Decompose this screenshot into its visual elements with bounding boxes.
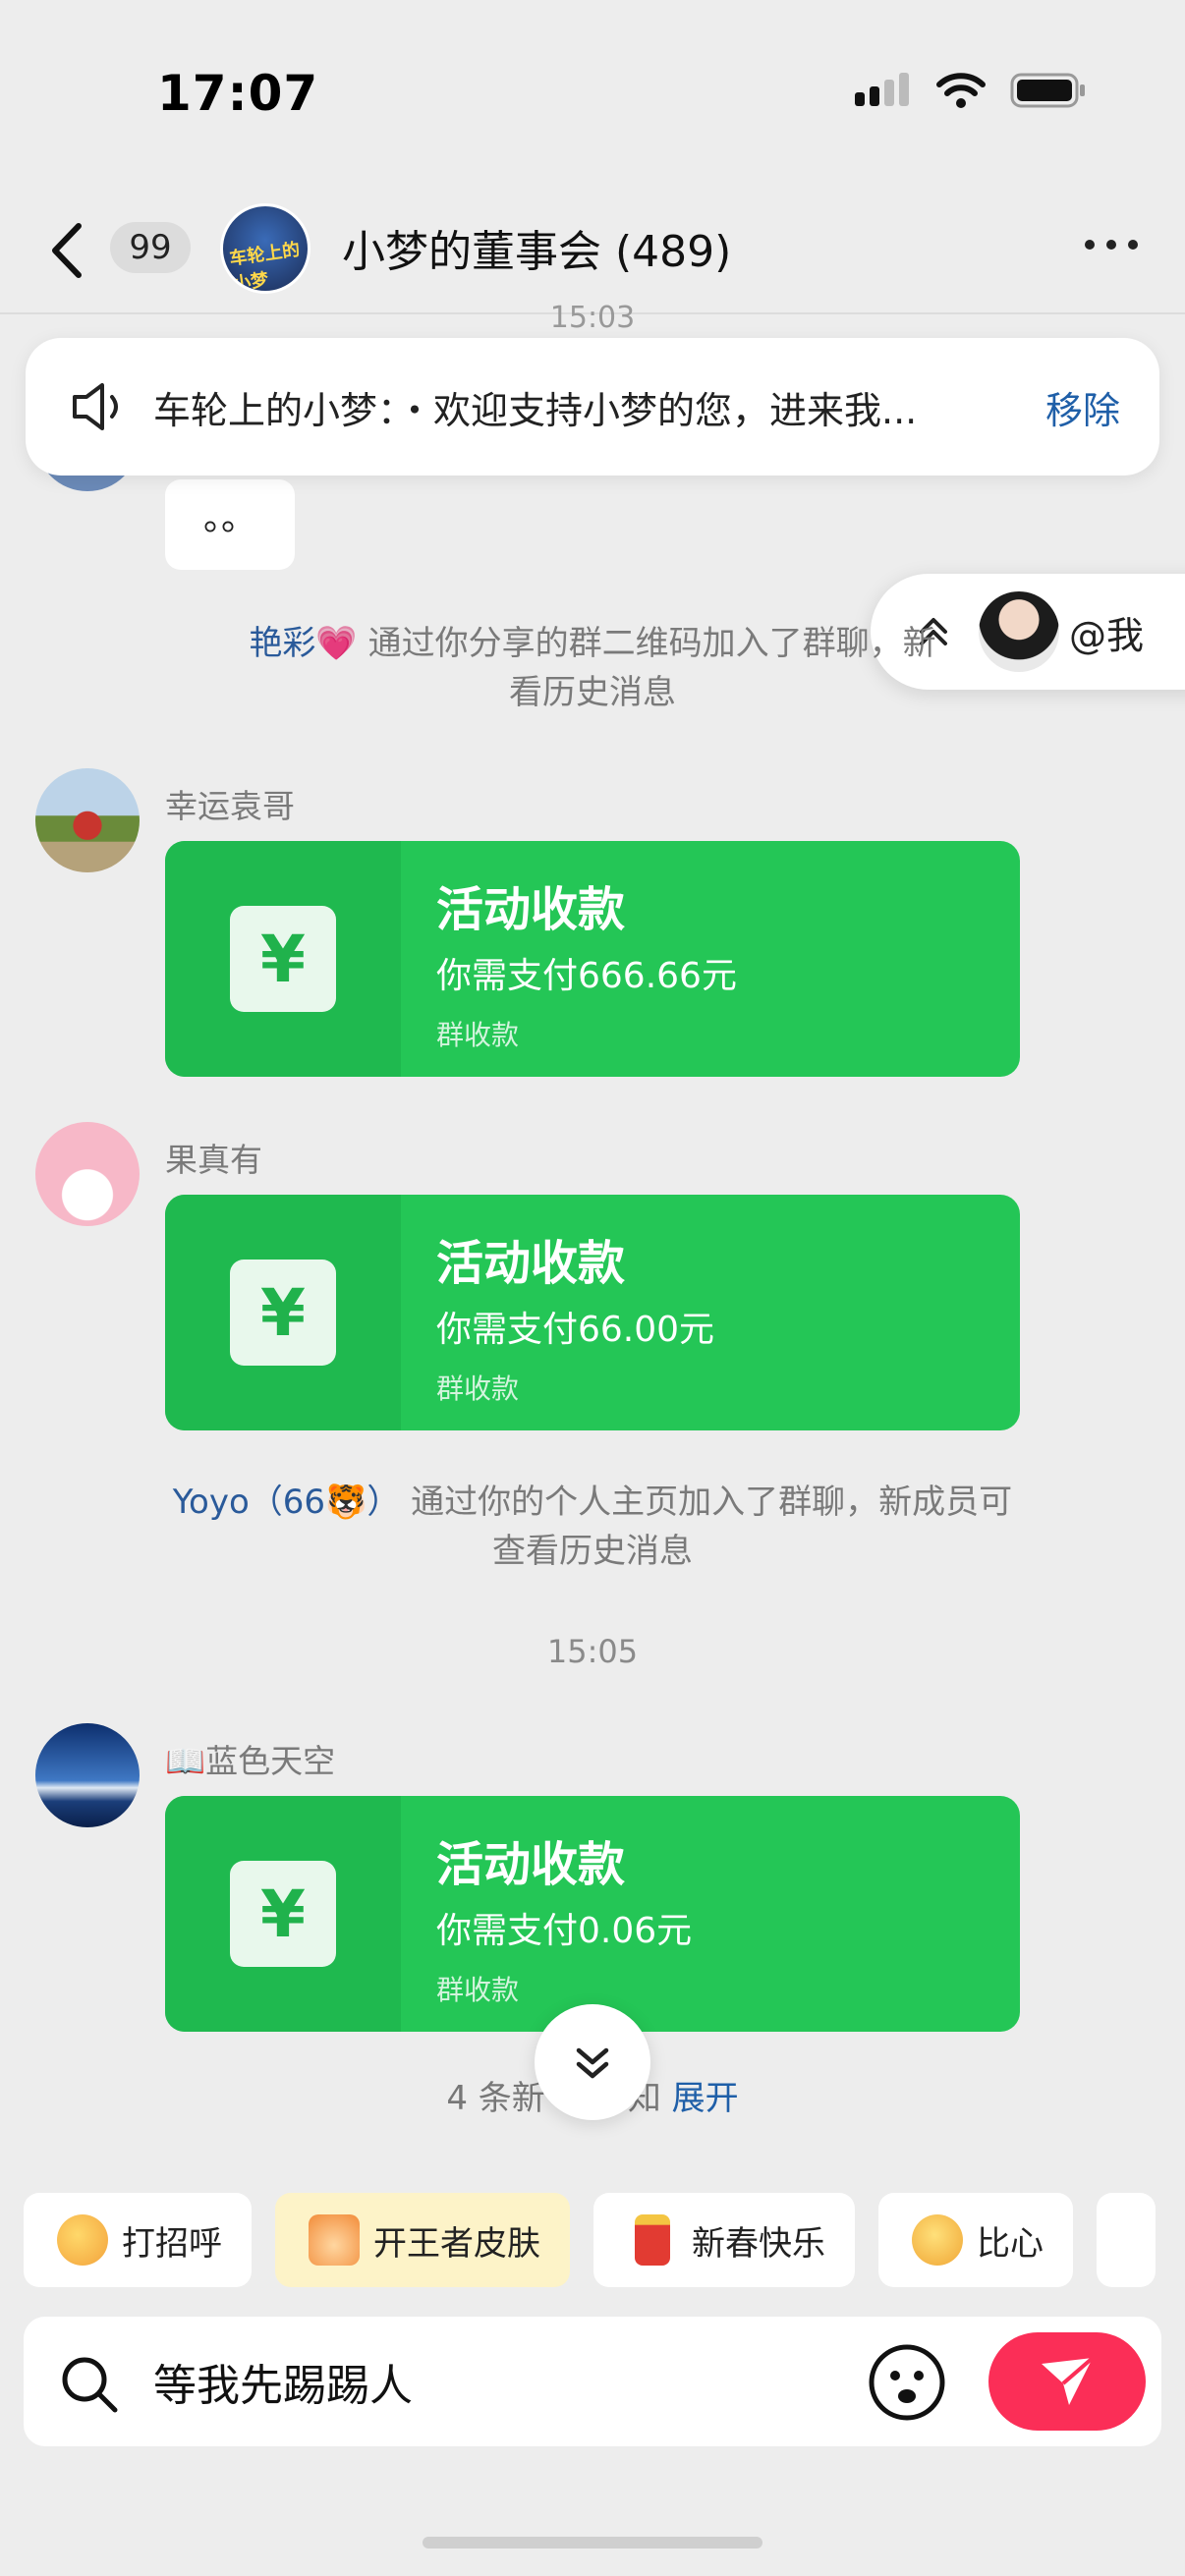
message-bubble[interactable]: 。。 xyxy=(165,479,295,570)
remove-announcement-button[interactable]: 移除 xyxy=(1045,380,1120,434)
status-icons xyxy=(853,71,1087,110)
unread-badge: 99 xyxy=(110,222,191,273)
payment-amount: 你需支付66.00元 xyxy=(436,1310,715,1350)
system-message-line: Yoyo（66🐯） 通过你的个人主页加入了群聊，新成员可 xyxy=(138,1478,1047,1527)
message-input[interactable]: 等我先踢踢人 xyxy=(153,2350,413,2413)
timestamp: 15:05 xyxy=(546,1633,639,1670)
scroll-to-bottom-button[interactable] xyxy=(535,2004,650,2120)
quick-chip-label: 新春快乐 xyxy=(692,2223,825,2264)
quick-chip-label: 比心 xyxy=(977,2223,1044,2264)
yuan-icon: ¥ xyxy=(230,906,336,1012)
search-icon xyxy=(62,2357,118,2413)
avatar[interactable] xyxy=(35,768,140,872)
yuan-icon: ¥ xyxy=(230,1861,336,1967)
sender-name: 📖蓝色天空 xyxy=(165,1742,336,1780)
quick-chip-label: 打招呼 xyxy=(122,2223,222,2264)
battery-icon xyxy=(1010,73,1085,108)
emoji-icon[interactable] xyxy=(867,2342,947,2423)
payment-card[interactable]: ¥ 活动收款 你需支付666.66元 群收款 xyxy=(165,841,1020,1077)
payment-title: 活动收款 xyxy=(436,1236,626,1291)
expand-link[interactable]: 展开 xyxy=(672,2079,739,2118)
group-avatar[interactable]: 车轮上的小梦 xyxy=(220,203,310,294)
firecracker-icon xyxy=(635,2214,670,2266)
more-dot-icon xyxy=(1106,240,1116,250)
home-indicator xyxy=(423,2537,762,2548)
payment-subtitle: 群收款 xyxy=(436,1019,520,1051)
payment-card[interactable]: ¥ 活动收款 你需支付0.06元 群收款 xyxy=(165,1796,1020,2032)
system-message: 艳彩💗 通过你分享的群二维码加入了群聊，新 看历史消息 xyxy=(138,619,1047,717)
system-message-text: 查看历史消息 xyxy=(492,1532,693,1571)
system-message-line: 艳彩💗 通过你分享的群二维码加入了群聊，新 xyxy=(138,619,1047,668)
more-dot-icon xyxy=(1128,240,1138,250)
avatar[interactable] xyxy=(35,1723,140,1827)
speaker-icon xyxy=(73,383,118,430)
chevron-left-icon xyxy=(52,223,82,278)
wave-emoji-icon xyxy=(57,2214,108,2266)
quick-chip[interactable]: 开王者皮肤 xyxy=(275,2193,570,2287)
quick-chip[interactable]: 新春快乐 xyxy=(593,2193,855,2287)
new-notice-text: 4 条新 xyxy=(446,2079,545,2118)
payment-amount: 你需支付0.06元 xyxy=(436,1911,693,1951)
system-message: Yoyo（66🐯） 通过你的个人主页加入了群聊，新成员可 查看历史消息 xyxy=(138,1478,1047,1576)
at-me-label: @我 xyxy=(1069,613,1145,657)
quick-chip-label: 开王者皮肤 xyxy=(373,2223,540,2264)
payment-title: 活动收款 xyxy=(436,1837,626,1892)
payment-subtitle: 群收款 xyxy=(436,1372,520,1405)
system-message-text: 通过你分享的群二维码加入了群聊，新 xyxy=(357,624,936,663)
system-message-text: 看历史消息 xyxy=(509,673,676,712)
more-options-button[interactable] xyxy=(1085,240,1138,250)
announcement-banner[interactable]: 车轮上的小梦：・欢迎支持小梦的您，进来我... 移除 xyxy=(26,338,1159,476)
cat-emoji-icon xyxy=(309,2214,360,2266)
double-chevron-down-icon xyxy=(576,2047,609,2079)
avatar[interactable] xyxy=(35,1122,140,1226)
quick-chip[interactable]: 比心 xyxy=(878,2193,1073,2287)
back-button[interactable] xyxy=(39,216,98,285)
payment-title: 活动收款 xyxy=(436,882,626,937)
quick-chip[interactable] xyxy=(1097,2193,1156,2287)
system-message-text: 通过你的个人主页加入了群聊，新成员可 xyxy=(400,1483,1013,1522)
payment-amount: 你需支付666.66元 xyxy=(436,956,737,996)
payment-card[interactable]: ¥ 活动收款 你需支付66.00元 群收款 xyxy=(165,1195,1020,1430)
chat-title[interactable]: 小梦的董事会 (489) xyxy=(342,216,731,279)
status-time: 17:07 xyxy=(157,65,319,122)
yuan-icon: ¥ xyxy=(230,1260,336,1366)
more-dot-icon xyxy=(1085,240,1095,250)
sender-name: 幸运袁哥 xyxy=(165,787,295,825)
cellular-signal-icon xyxy=(855,73,909,106)
payment-subtitle: 群收款 xyxy=(436,1974,520,2006)
quick-chip[interactable]: 打招呼 xyxy=(24,2193,252,2287)
quick-reply-chips: 打招呼 开王者皮肤 新春快乐 比心 xyxy=(24,2193,1156,2287)
send-button[interactable] xyxy=(988,2332,1146,2431)
sender-name: 果真有 xyxy=(165,1141,262,1179)
member-name-link[interactable]: Yoyo（66🐯） xyxy=(173,1483,401,1522)
paper-plane-icon xyxy=(1042,2356,1095,2405)
wifi-icon xyxy=(936,73,986,108)
announcement-text: 车轮上的小梦：・欢迎支持小梦的您，进来我... xyxy=(153,388,918,432)
heart-hand-emoji-icon xyxy=(912,2214,963,2266)
faded-timestamp: 15:03 xyxy=(549,301,636,334)
group-avatar-text: 车轮上的小梦 xyxy=(228,239,302,294)
member-name-link[interactable]: 艳彩💗 xyxy=(249,624,357,663)
